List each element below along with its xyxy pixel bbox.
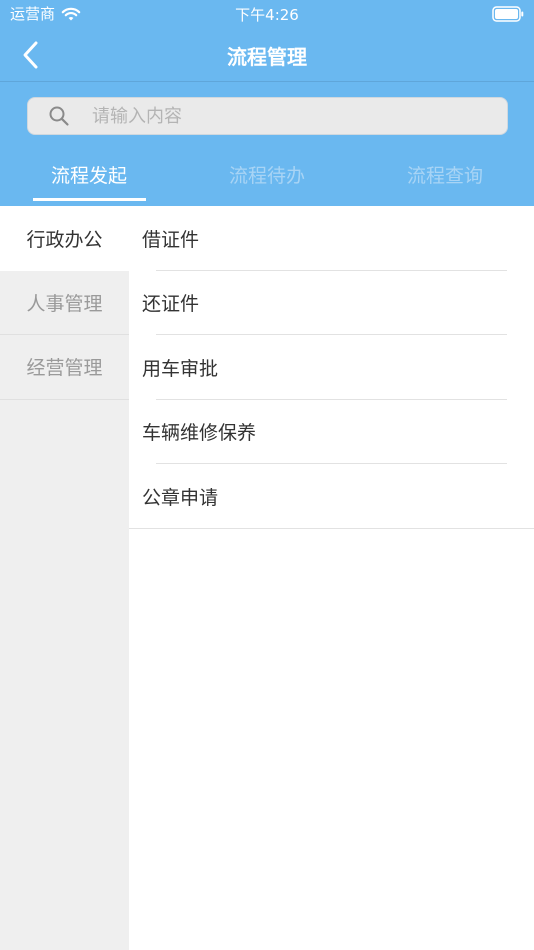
battery-icon (492, 6, 524, 22)
status-bar: 运营商 下午4:26 (0, 0, 534, 28)
tab-indicator (33, 198, 146, 201)
list-item-label: 借证件 (142, 228, 200, 251)
sidebar-item-hr[interactable]: 人事管理 (0, 271, 129, 335)
list-item-label: 车辆维修保养 (142, 422, 257, 445)
search-icon (49, 106, 69, 126)
list-item[interactable]: 车辆维修保养 (129, 400, 534, 464)
tab-label: 流程发起 (50, 165, 127, 187)
tab-query[interactable]: 流程查询 (356, 150, 534, 206)
category-sidebar: 行政办公 人事管理 经营管理 (0, 206, 129, 950)
list-item[interactable]: 用车审批 (129, 335, 534, 400)
list-item[interactable]: 公章申请 (129, 464, 534, 529)
tab-todo[interactable]: 流程待办 (178, 150, 356, 206)
sidebar-item-label: 人事管理 (26, 292, 103, 315)
tab-label: 流程查询 (406, 165, 483, 187)
search-input[interactable] (92, 98, 507, 134)
sidebar-item-label: 经营管理 (26, 357, 103, 380)
header: 运营商 下午4:26 流程管理 请输入内容 流程发起 流程待办 流程查询 (0, 0, 534, 206)
divider (129, 527, 534, 529)
sidebar-item-admin-office[interactable]: 行政办公 (0, 206, 129, 271)
nav-bar: 流程管理 (0, 28, 534, 82)
status-time: 下午4:26 (235, 6, 299, 24)
tab-initiate[interactable]: 流程发起 (0, 150, 178, 206)
list-item[interactable]: 还证件 (129, 271, 534, 335)
list-item-label: 用车审批 (142, 357, 219, 380)
search-box[interactable] (27, 97, 508, 135)
page-title: 流程管理 (227, 45, 307, 69)
tab-label: 流程待办 (228, 165, 305, 187)
sidebar-item-operations[interactable]: 经营管理 (0, 335, 129, 400)
screen: 运营商 下午4:26 流程管理 请输入内容 流程发起 流程待办 流程查询 行政办… (0, 0, 534, 950)
list-item-label: 还证件 (142, 293, 200, 316)
list-item[interactable]: 借证件 (129, 206, 534, 271)
tab-bar: 流程发起 流程待办 流程查询 (0, 150, 534, 206)
process-list: 借证件 还证件 用车审批 车辆维修保养 公章申请 (129, 206, 534, 950)
list-item-label: 公章申请 (142, 486, 219, 509)
sidebar-item-label: 行政办公 (26, 228, 103, 251)
